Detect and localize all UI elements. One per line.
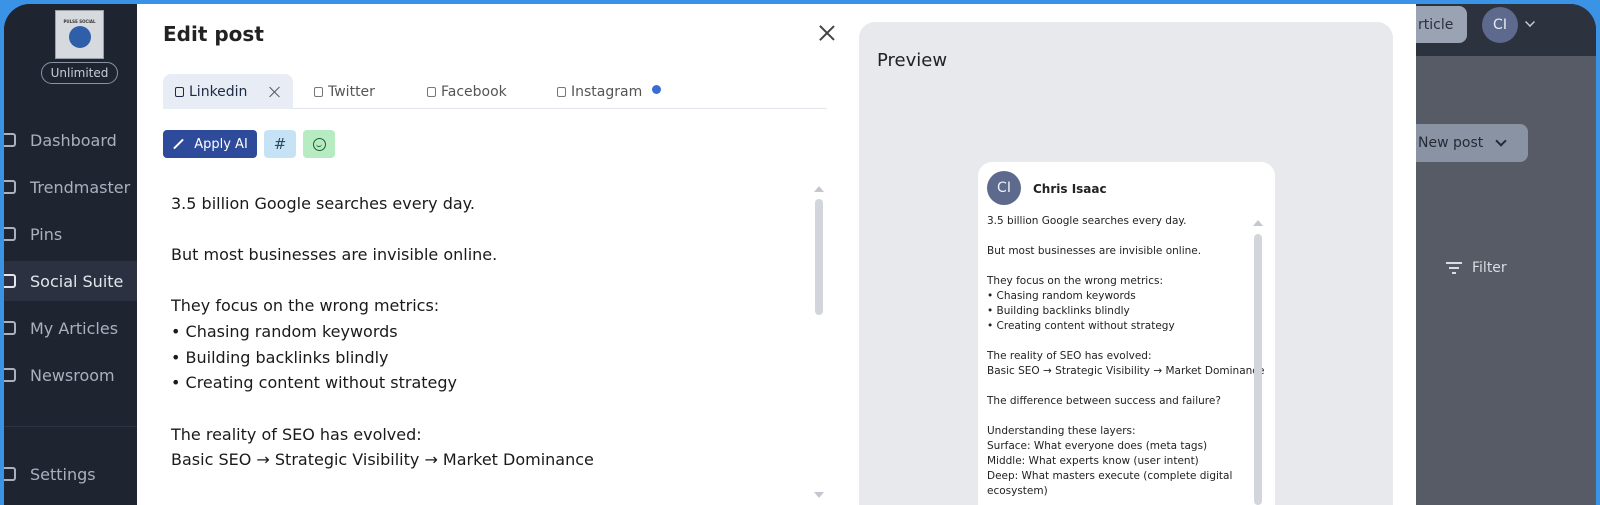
notification-dot-icon xyxy=(652,85,662,94)
apply-ai-label: Apply AI xyxy=(194,136,248,152)
editor-line: • Chasing random keywords xyxy=(171,322,398,341)
scroll-up-arrow-icon[interactable] xyxy=(814,186,824,192)
preview-line: Deep: What masters execute (complete dig… xyxy=(987,470,1233,482)
editor-line: Basic SEO → Strategic Visibility → Marke… xyxy=(171,450,594,469)
hashtag-button[interactable]: # xyxy=(264,130,296,158)
preview-line: Surface: What everyone does (meta tags) xyxy=(987,440,1208,452)
preview-line: The reality of SEO has evolved: xyxy=(987,350,1152,362)
filter-icon xyxy=(1446,262,1462,274)
gear-icon xyxy=(4,467,16,481)
sidebar-item-label: My Articles xyxy=(30,318,119,338)
sidebar-item-social-suite[interactable]: Social Suite xyxy=(4,261,141,301)
preview-line: Basic SEO → Strategic Visibility → Marke… xyxy=(987,365,1265,377)
close-icon[interactable] xyxy=(269,86,281,98)
preview-line: • Chasing random keywords xyxy=(987,290,1136,302)
new-article-button[interactable]: rticle xyxy=(1416,6,1467,43)
tab-linkedin[interactable]: Linkedin xyxy=(163,74,294,109)
preview-line: ecosystem) xyxy=(987,485,1048,497)
sidebar-item-label: Trendmaster xyxy=(30,177,131,197)
preview-line: • Creating content without strategy xyxy=(987,320,1175,332)
newsroom-icon xyxy=(4,368,16,382)
tab-label: Instagram xyxy=(571,83,643,100)
preview-line: Understanding these layers: xyxy=(987,425,1136,437)
editor-line: • Creating content without strategy xyxy=(171,373,457,392)
smiley-icon xyxy=(312,137,326,151)
logo-emblem-icon xyxy=(68,26,91,48)
scroll-up-arrow-icon[interactable] xyxy=(1253,220,1263,226)
instagram-icon xyxy=(557,86,566,97)
apply-ai-button[interactable]: Apply AI xyxy=(163,130,257,158)
sidebar-item-newsroom[interactable]: Newsroom xyxy=(4,355,141,395)
tab-instagram[interactable]: Instagram xyxy=(557,74,662,109)
tab-label: Facebook xyxy=(441,83,507,100)
new-post-button[interactable]: New post xyxy=(1416,124,1528,162)
scrollbar-thumb[interactable] xyxy=(1254,234,1262,505)
sidebar-item-my-articles[interactable]: My Articles xyxy=(4,308,141,348)
sidebar: PULSE SOCIAL Unlimited Dashboard Trendma… xyxy=(4,4,141,505)
sidebar-item-label: Settings xyxy=(30,464,96,484)
tab-label: Twitter xyxy=(328,83,375,100)
sidebar-item-dashboard[interactable]: Dashboard xyxy=(4,120,141,160)
sidebar-item-trendmaster[interactable]: Trendmaster xyxy=(4,167,141,207)
tab-twitter[interactable]: Twitter xyxy=(314,74,375,109)
author-avatar: CI xyxy=(987,171,1021,205)
preview-title: Preview xyxy=(877,50,948,71)
author-name: Chris Isaac xyxy=(1033,182,1107,196)
scroll-down-arrow-icon[interactable] xyxy=(814,492,824,498)
sidebar-divider xyxy=(4,426,141,427)
post-editor[interactable]: 3.5 billion Google searches every day. B… xyxy=(163,182,827,505)
preview-line: But most businesses are invisible online… xyxy=(987,245,1202,257)
magic-wand-icon xyxy=(173,138,185,150)
filter-button[interactable]: Filter xyxy=(1446,260,1507,276)
dashboard-icon xyxy=(4,133,16,147)
preview-line: They focus on the wrong metrics: xyxy=(987,275,1163,287)
articles-icon xyxy=(4,321,16,335)
post-preview-card: CI Chris Isaac 3.5 billion Google search… xyxy=(978,162,1275,505)
user-avatar[interactable]: CI xyxy=(1482,7,1518,43)
trend-icon xyxy=(4,180,16,194)
chevron-down-icon xyxy=(1495,135,1507,147)
close-icon[interactable] xyxy=(818,24,836,42)
app-window: PULSE SOCIAL Unlimited Dashboard Trendma… xyxy=(4,4,1596,505)
editor-line: The reality of SEO has evolved: xyxy=(171,425,422,444)
editor-line: 3.5 billion Google searches every day. xyxy=(171,194,475,213)
sidebar-item-pins[interactable]: Pins xyxy=(4,214,141,254)
x-twitter-icon xyxy=(314,86,323,97)
edit-post-modal: Edit post Linkedin Twitter Facebook Inst… xyxy=(137,4,1416,505)
facebook-icon xyxy=(427,86,436,97)
preview-line: The difference between success and failu… xyxy=(987,395,1221,407)
plan-badge: Unlimited xyxy=(41,62,118,84)
preview-panel: Preview CI Chris Isaac 3.5 billion Googl… xyxy=(859,22,1393,505)
sidebar-item-label: Newsroom xyxy=(30,365,115,385)
editor-line: • Building backlinks blindly xyxy=(171,348,389,367)
tab-label: Linkedin xyxy=(189,83,248,100)
sidebar-item-settings[interactable]: Settings xyxy=(4,454,141,494)
preview-line: • Building backlinks blindly xyxy=(987,305,1130,317)
preview-line: Middle: What experts know (user intent) xyxy=(987,455,1199,467)
filter-label: Filter xyxy=(1472,260,1507,276)
emoji-button[interactable] xyxy=(303,130,335,158)
logo-text: PULSE SOCIAL xyxy=(63,19,96,24)
editor-line: They focus on the wrong metrics: xyxy=(171,296,440,315)
modal-title: Edit post xyxy=(163,22,264,46)
tab-facebook[interactable]: Facebook xyxy=(427,74,507,109)
brand-logo[interactable]: PULSE SOCIAL xyxy=(55,10,104,59)
editor-line: But most businesses are invisible online… xyxy=(171,245,498,264)
sidebar-item-label: Pins xyxy=(30,224,63,244)
preview-line: 3.5 billion Google searches every day. xyxy=(987,215,1187,227)
pin-icon xyxy=(4,227,16,241)
social-suite-icon xyxy=(4,274,16,288)
linkedin-icon xyxy=(175,86,184,97)
new-post-label: New post xyxy=(1418,135,1484,151)
scrollbar-thumb[interactable] xyxy=(815,199,823,315)
platform-tabs: Linkedin Twitter Facebook Instagram xyxy=(163,74,827,109)
sidebar-item-label: Social Suite xyxy=(30,271,124,291)
sidebar-item-label: Dashboard xyxy=(30,130,117,150)
